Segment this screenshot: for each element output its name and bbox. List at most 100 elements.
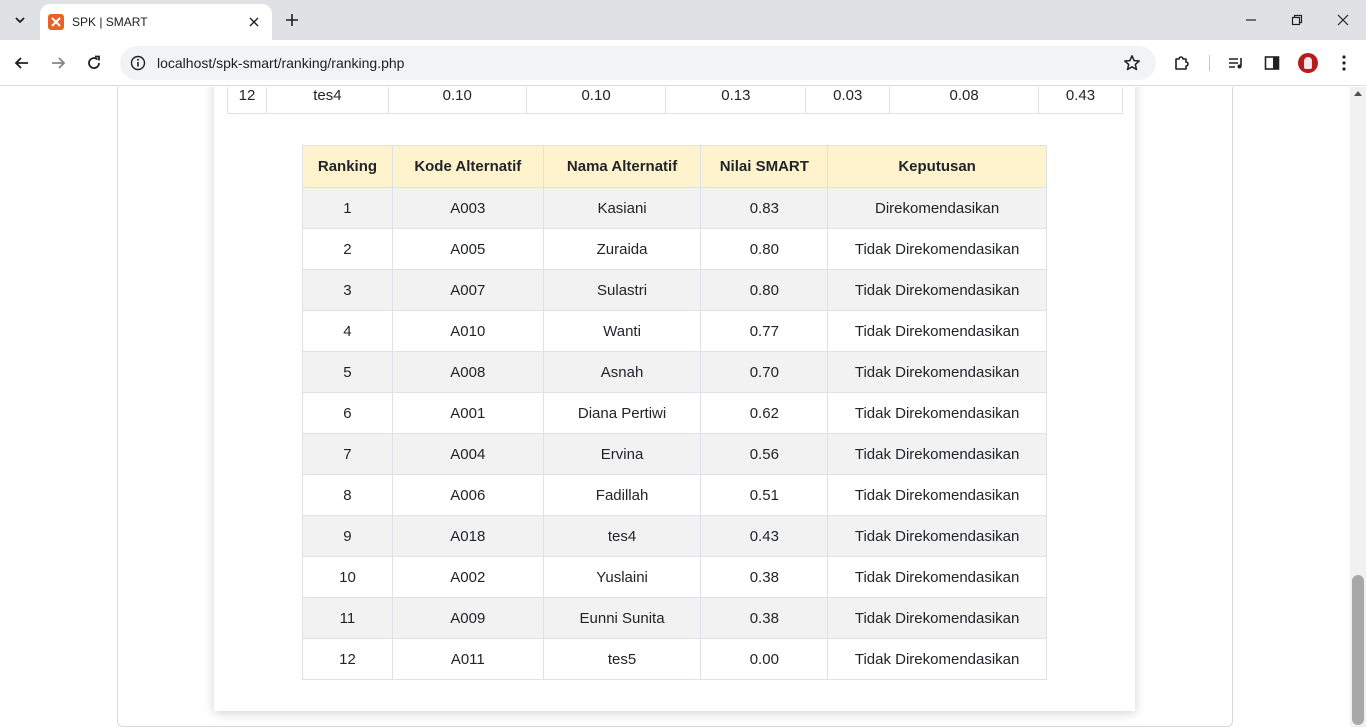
kebab-menu-icon xyxy=(1342,55,1346,71)
table-cell: tes5 xyxy=(542,638,702,680)
browser-toolbar: localhost/spk-smart/ranking/ranking.php xyxy=(0,40,1366,86)
table-cell: 11 xyxy=(302,597,393,639)
profile-avatar[interactable] xyxy=(1298,53,1318,73)
puzzle-icon xyxy=(1175,56,1189,70)
table-cell: 0.83 xyxy=(700,187,829,229)
table-cell: Sulastri xyxy=(542,269,702,311)
table-cell: 3 xyxy=(302,269,393,311)
url-text: localhost/spk-smart/ranking/ranking.php xyxy=(157,55,405,71)
table-cell: Tidak Direkomendasikan xyxy=(827,228,1047,270)
table-cell: Tidak Direkomendasikan xyxy=(827,638,1047,680)
table-cell: Tidak Direkomendasikan xyxy=(827,433,1047,475)
table-cell: Tidak Direkomendasikan xyxy=(827,474,1047,516)
tab-strip: SPK | SMART xyxy=(0,0,1366,40)
table-cell: 7 xyxy=(302,433,393,475)
column-header-nama: Nama Alternatif xyxy=(542,145,702,188)
extensions-button[interactable] xyxy=(1168,49,1196,77)
playlist-icon xyxy=(1229,58,1242,69)
table-cell: 9 xyxy=(302,515,393,557)
table-cell: Asnah xyxy=(542,351,702,393)
table-cell: 12 xyxy=(227,87,267,114)
table-row: 2 A005 Zuraida 0.80 Tidak Direkomendasikan xyxy=(302,228,1047,270)
table-cell: 0.56 xyxy=(700,433,829,475)
normalized-values-table: 12 tes4 0.10 0.10 0.13 0.03 0.08 0.43 xyxy=(227,87,1123,114)
forward-button[interactable] xyxy=(44,49,72,77)
table-cell: 0.10 xyxy=(525,87,667,114)
table-cell: Diana Pertiwi xyxy=(542,392,702,434)
tab-search-button[interactable] xyxy=(6,6,34,34)
table-cell: 0.43 xyxy=(1038,87,1123,114)
table-cell: Ervina xyxy=(542,433,702,475)
scroll-up-arrow-icon[interactable] xyxy=(1354,91,1362,96)
table-cell: 0.80 xyxy=(700,228,829,270)
table-row: 4 A010 Wanti 0.77 Tidak Direkomendasikan xyxy=(302,310,1047,352)
back-button[interactable] xyxy=(8,49,36,77)
table-cell: 0.51 xyxy=(700,474,829,516)
table-cell: Tidak Direkomendasikan xyxy=(827,597,1047,639)
browser-tab[interactable]: SPK | SMART xyxy=(40,4,272,40)
tab-close-button[interactable] xyxy=(244,12,264,32)
table-row: 6 A001 Diana Pertiwi 0.62 Tidak Direkomendas… xyxy=(302,392,1047,434)
table-row: 10 A002 Yuslaini 0.38 Tidak Direkomendasikan xyxy=(302,556,1047,598)
table-cell: 0.70 xyxy=(700,351,829,393)
table-row: 7 A004 Ervina 0.56 Tidak Direkomendasikan xyxy=(302,433,1047,475)
table-cell: Tidak Direkomendasikan xyxy=(827,351,1047,393)
table-cell: Tidak Direkomendasikan xyxy=(827,392,1047,434)
site-info-icon[interactable] xyxy=(129,54,147,72)
menu-button[interactable] xyxy=(1330,49,1358,77)
table-cell: Tidak Direkomendasikan xyxy=(827,556,1047,598)
table-cell: 0.00 xyxy=(700,638,829,680)
restore-icon xyxy=(1291,14,1303,26)
table-cell: A008 xyxy=(391,351,544,393)
media-control-button[interactable] xyxy=(1222,49,1250,77)
table-cell: A004 xyxy=(391,433,544,475)
plus-icon xyxy=(286,14,298,26)
ranking-table-body: 1 A003 Kasiani 0.83 Direkomendasikan 2 A005 Zur… xyxy=(302,187,1047,680)
minimize-button[interactable] xyxy=(1228,0,1274,40)
table-cell: Tidak Direkomendasikan xyxy=(827,269,1047,311)
table-cell: 0.43 xyxy=(700,515,829,557)
table-cell: 10 xyxy=(302,556,393,598)
table-cell: tes4 xyxy=(265,87,389,114)
star-icon xyxy=(1124,55,1140,71)
side-panel-button[interactable] xyxy=(1258,49,1286,77)
table-cell: A011 xyxy=(391,638,544,680)
xampp-favicon-icon xyxy=(48,14,64,30)
table-cell: Wanti xyxy=(542,310,702,352)
table-cell: Direkomendasikan xyxy=(827,187,1047,229)
vertical-scrollbar[interactable] xyxy=(1350,87,1366,727)
table-cell: Yuslaini xyxy=(542,556,702,598)
close-icon xyxy=(1337,14,1349,26)
reload-button[interactable] xyxy=(80,49,108,77)
table-cell: A005 xyxy=(391,228,544,270)
table-cell: A006 xyxy=(391,474,544,516)
table-cell: 0.80 xyxy=(700,269,829,311)
bookmark-star-button[interactable] xyxy=(1118,49,1146,77)
chevron-down-icon xyxy=(15,17,25,24)
column-header-keputusan: Keputusan xyxy=(827,145,1047,188)
table-cell: A007 xyxy=(391,269,544,311)
table-row: 12 tes4 0.10 0.10 0.13 0.03 0.08 0.43 xyxy=(227,87,1123,114)
side-panel-icon xyxy=(1264,56,1280,70)
table-header-row: Ranking Kode Alternatif Nama Alternatif … xyxy=(302,145,1047,188)
table-cell: 2 xyxy=(302,228,393,270)
close-window-button[interactable] xyxy=(1320,0,1366,40)
table-cell: 6 xyxy=(302,392,393,434)
table-cell: 0.10 xyxy=(387,87,527,114)
table-cell: Zuraida xyxy=(542,228,702,270)
table-cell: 5 xyxy=(302,351,393,393)
table-cell: A001 xyxy=(391,392,544,434)
table-cell: 1 xyxy=(302,187,393,229)
table-cell: A010 xyxy=(391,310,544,352)
new-tab-button[interactable] xyxy=(278,6,306,34)
table-row: 5 A008 Asnah 0.70 Tidak Direkomendasikan xyxy=(302,351,1047,393)
toolbar-divider xyxy=(1209,55,1210,71)
table-row: 8 A006 Fadillah 0.51 Tidak Direkomendasikan xyxy=(302,474,1047,516)
table-row: 1 A003 Kasiani 0.83 Direkomendasikan xyxy=(302,187,1047,229)
restore-button[interactable] xyxy=(1274,0,1320,40)
table-cell: 0.08 xyxy=(889,87,1040,114)
ranking-table: Ranking Kode Alternatif Nama Alternatif … xyxy=(302,145,1047,680)
address-bar[interactable]: localhost/spk-smart/ranking/ranking.php xyxy=(120,46,1156,80)
table-cell: 0.13 xyxy=(665,87,807,114)
scroll-thumb[interactable] xyxy=(1352,575,1364,725)
